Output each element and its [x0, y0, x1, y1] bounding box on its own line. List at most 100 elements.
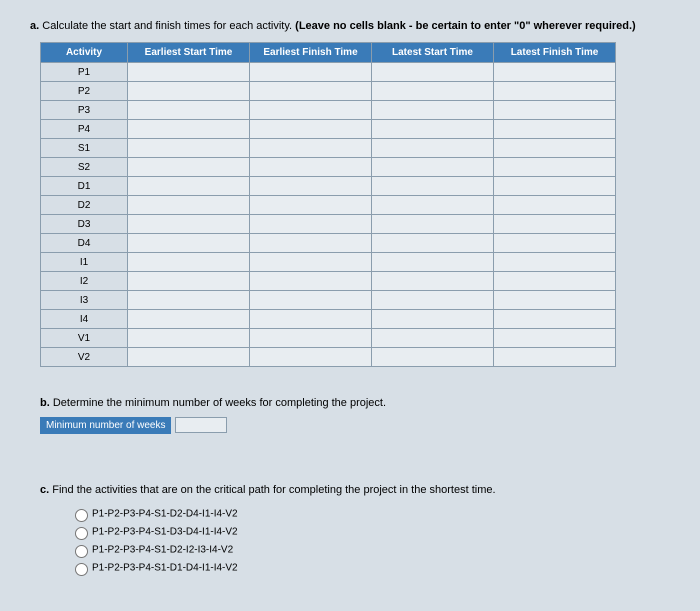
input-cell[interactable] — [372, 329, 494, 348]
input-cell[interactable] — [128, 63, 250, 82]
input-cell[interactable] — [250, 82, 372, 101]
radio-input[interactable] — [75, 509, 88, 522]
input-cell[interactable] — [494, 82, 616, 101]
input-cell[interactable] — [494, 272, 616, 291]
table-row: D4 — [41, 234, 616, 253]
input-cell[interactable] — [128, 177, 250, 196]
activity-cell: S2 — [41, 158, 128, 177]
table-row: P3 — [41, 101, 616, 120]
input-cell[interactable] — [372, 177, 494, 196]
input-cell[interactable] — [250, 234, 372, 253]
input-cell[interactable] — [250, 291, 372, 310]
input-cell[interactable] — [494, 310, 616, 329]
input-cell[interactable] — [494, 234, 616, 253]
input-cell[interactable] — [250, 329, 372, 348]
table-row: D3 — [41, 215, 616, 234]
table-row: V1 — [41, 329, 616, 348]
input-cell[interactable] — [372, 234, 494, 253]
table-row: D1 — [41, 177, 616, 196]
input-cell[interactable] — [250, 120, 372, 139]
table-row: I4 — [41, 310, 616, 329]
input-cell[interactable] — [494, 215, 616, 234]
radio-item[interactable]: P1-P2-P3-P4-S1-D3-D4-I1-I4-V2 — [70, 524, 670, 540]
input-cell[interactable] — [128, 101, 250, 120]
radio-input[interactable] — [75, 527, 88, 540]
input-cell[interactable] — [250, 272, 372, 291]
input-cell[interactable] — [494, 120, 616, 139]
table-row: P1 — [41, 63, 616, 82]
input-cell[interactable] — [494, 348, 616, 367]
input-cell[interactable] — [372, 101, 494, 120]
input-cell[interactable] — [372, 272, 494, 291]
input-cell[interactable] — [494, 291, 616, 310]
activity-cell: P1 — [41, 63, 128, 82]
part-a-note: (Leave no cells blank - be certain to en… — [295, 20, 636, 32]
input-cell[interactable] — [250, 158, 372, 177]
input-cell[interactable] — [372, 291, 494, 310]
part-a-instruction: a. Calculate the start and finish times … — [30, 20, 670, 32]
input-cell[interactable] — [128, 215, 250, 234]
header-lst: Latest Start Time — [372, 43, 494, 63]
input-cell[interactable] — [372, 120, 494, 139]
part-a-prefix: a. — [30, 20, 39, 32]
input-cell[interactable] — [372, 348, 494, 367]
part-a-text: Calculate the start and finish times for… — [42, 20, 292, 32]
input-cell[interactable] — [494, 101, 616, 120]
input-cell[interactable] — [250, 310, 372, 329]
part-c-prefix: c. — [40, 484, 49, 496]
input-cell[interactable] — [250, 177, 372, 196]
input-cell[interactable] — [128, 139, 250, 158]
activity-cell: D1 — [41, 177, 128, 196]
activity-cell: I3 — [41, 291, 128, 310]
input-cell[interactable] — [494, 63, 616, 82]
input-cell[interactable] — [128, 310, 250, 329]
input-cell[interactable] — [494, 329, 616, 348]
input-cell[interactable] — [372, 253, 494, 272]
part-c-text: Find the activities that are on the crit… — [52, 484, 495, 496]
radio-item[interactable]: P1-P2-P3-P4-S1-D2-I2-I3-I4-V2 — [70, 542, 670, 558]
input-cell[interactable] — [250, 215, 372, 234]
input-cell[interactable] — [250, 196, 372, 215]
input-cell[interactable] — [128, 82, 250, 101]
input-cell[interactable] — [128, 348, 250, 367]
input-cell[interactable] — [494, 253, 616, 272]
radio-item[interactable]: P1-P2-P3-P4-S1-D1-D4-I1-I4-V2 — [70, 560, 670, 576]
activity-cell: I2 — [41, 272, 128, 291]
radio-label: P1-P2-P3-P4-S1-D1-D4-I1-I4-V2 — [92, 563, 238, 574]
input-cell[interactable] — [250, 101, 372, 120]
input-cell[interactable] — [372, 139, 494, 158]
input-cell[interactable] — [128, 196, 250, 215]
input-cell[interactable] — [128, 329, 250, 348]
radio-input[interactable] — [75, 563, 88, 576]
input-cell[interactable] — [128, 158, 250, 177]
table-row: P2 — [41, 82, 616, 101]
input-cell[interactable] — [128, 253, 250, 272]
input-cell[interactable] — [250, 139, 372, 158]
radio-input[interactable] — [75, 545, 88, 558]
activity-cell: D2 — [41, 196, 128, 215]
input-cell[interactable] — [372, 158, 494, 177]
input-cell[interactable] — [250, 348, 372, 367]
input-cell[interactable] — [128, 291, 250, 310]
input-cell[interactable] — [372, 82, 494, 101]
min-weeks-input[interactable] — [175, 417, 227, 433]
activity-cell: P2 — [41, 82, 128, 101]
activity-cell: P3 — [41, 101, 128, 120]
activity-cell: P4 — [41, 120, 128, 139]
input-cell[interactable] — [372, 63, 494, 82]
input-cell[interactable] — [128, 234, 250, 253]
input-cell[interactable] — [128, 120, 250, 139]
radio-item[interactable]: P1-P2-P3-P4-S1-D2-D4-I1-I4-V2 — [70, 506, 670, 522]
input-cell[interactable] — [372, 310, 494, 329]
input-cell[interactable] — [494, 177, 616, 196]
input-cell[interactable] — [494, 139, 616, 158]
input-cell[interactable] — [372, 196, 494, 215]
input-cell[interactable] — [494, 196, 616, 215]
input-cell[interactable] — [128, 272, 250, 291]
radio-label: P1-P2-P3-P4-S1-D2-D4-I1-I4-V2 — [92, 509, 238, 520]
input-cell[interactable] — [250, 253, 372, 272]
input-cell[interactable] — [372, 215, 494, 234]
table-row: I1 — [41, 253, 616, 272]
input-cell[interactable] — [250, 63, 372, 82]
input-cell[interactable] — [494, 158, 616, 177]
